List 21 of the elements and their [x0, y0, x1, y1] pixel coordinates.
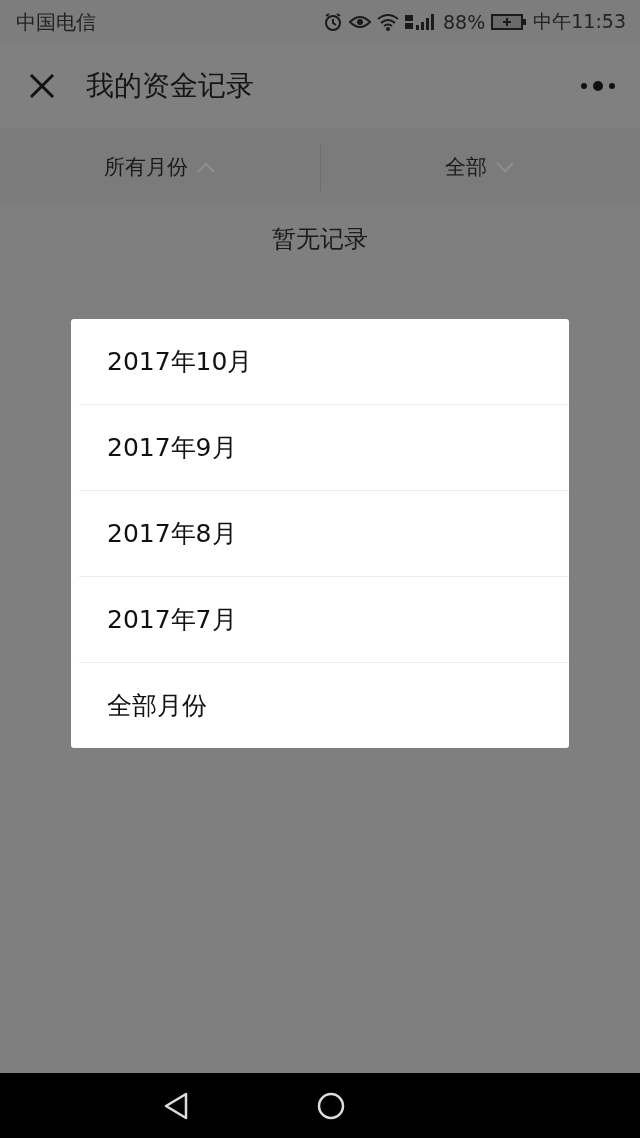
close-icon[interactable] [28, 72, 56, 100]
carrier-name: 中国电信 [16, 8, 96, 36]
menu-item[interactable]: 2017年8月 [79, 491, 569, 577]
back-icon[interactable] [162, 1090, 190, 1121]
wifi-icon [377, 13, 399, 31]
clock-time: 中午11:53 [533, 9, 626, 34]
filter-tab[interactable]: 全部 [320, 128, 640, 205]
eye-icon [349, 14, 371, 30]
menu-item[interactable]: 2017年9月 [79, 405, 569, 491]
signal-icon [405, 13, 437, 31]
battery-percent: 88% [443, 11, 486, 33]
battery-icon [491, 14, 528, 30]
empty-message: 暂无记录 [272, 224, 368, 255]
alarm-icon [323, 12, 343, 32]
menu-item[interactable]: 2017年10月 [79, 319, 569, 405]
menu-item[interactable]: 全部月份 [79, 663, 569, 748]
menu-item[interactable]: 2017年7月 [79, 577, 569, 663]
page-title: 我的资金记录 [86, 68, 255, 104]
more-icon[interactable] [580, 80, 616, 92]
filter-tab[interactable]: 所有月份 [0, 128, 320, 205]
home-icon[interactable] [316, 1090, 346, 1121]
